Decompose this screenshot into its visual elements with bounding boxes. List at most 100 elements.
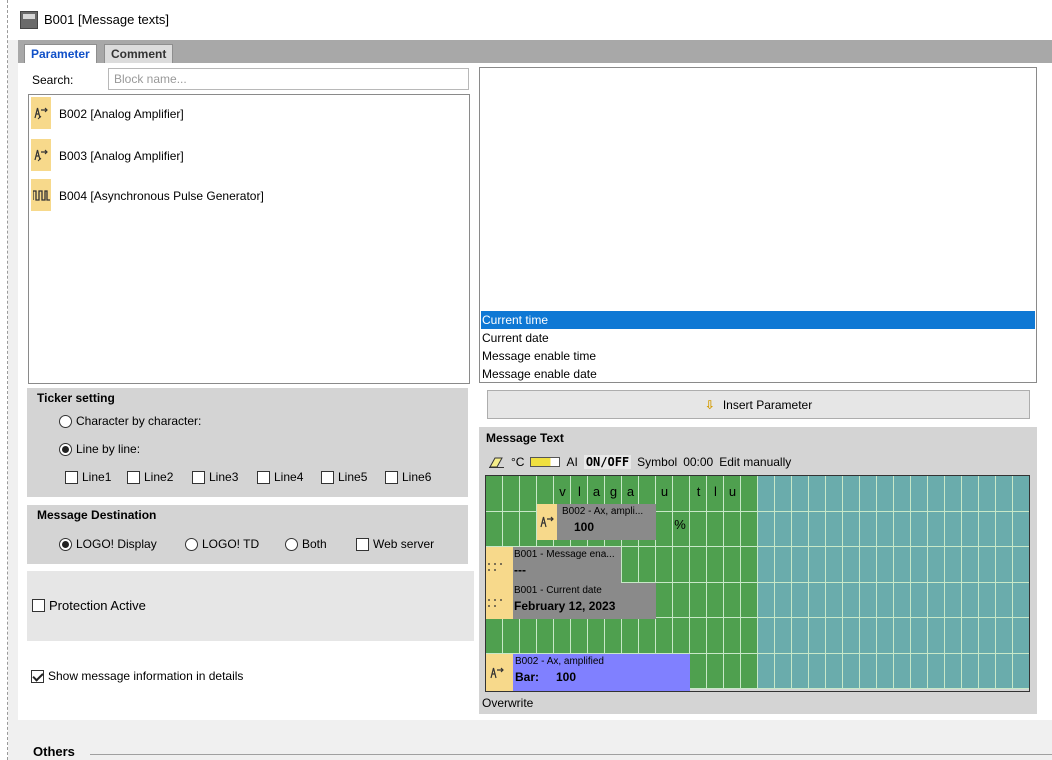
param-current-time[interactable]: Current time [481, 311, 1035, 329]
analog-value-block[interactable]: B002 - Ax, ampli... 100 [537, 504, 656, 540]
grid-cell [860, 582, 877, 618]
grid-cell [673, 476, 690, 512]
time-button[interactable]: 00:00 [683, 455, 713, 469]
grid-cell [809, 653, 826, 689]
symbol-button[interactable]: Symbol [637, 455, 677, 469]
checkbox-line6[interactable]: Line6 [385, 470, 431, 484]
message-text-grid[interactable]: vlagautlu B002 - Ax, ampli... 100 % B001… [485, 475, 1030, 692]
window-title: B001 [Message texts] [44, 12, 170, 27]
grid-cell [911, 476, 928, 512]
grid-cell [945, 582, 962, 618]
param-message-enable-date[interactable]: Message enable date [481, 365, 1035, 383]
onoff-button[interactable]: ON/OFF [583, 455, 632, 469]
grid-cell [792, 582, 809, 618]
grid-char: g [609, 484, 618, 499]
checkbox-icon [65, 470, 78, 484]
checkbox-line1[interactable]: Line1 [65, 470, 111, 484]
grid-cell [1013, 653, 1029, 689]
radio-label: Character by character: [76, 414, 202, 428]
grid-cell [877, 547, 894, 583]
grid-cell [826, 476, 843, 512]
grid-cell [843, 547, 860, 583]
bar-block[interactable]: B002 - Ax, amplified Bar: 100 [486, 654, 690, 691]
radio-logo-display[interactable]: LOGO! Display [59, 537, 157, 551]
radio-label: Line by line: [76, 442, 141, 456]
message-destination-panel: Message Destination LOGO! Display LOGO! … [27, 505, 468, 564]
grid-cell [656, 511, 673, 547]
checkbox-show-message-info[interactable]: Show message information in details [31, 669, 243, 683]
param-message-enable-time[interactable]: Message enable time [481, 347, 1035, 365]
param-current-date[interactable]: Current date [481, 329, 1035, 347]
insert-parameter-button[interactable]: ⇩ Insert Parameter [487, 390, 1030, 419]
grid-cell [503, 618, 520, 654]
list-item-b004[interactable]: B004 [Asynchronous Pulse Generator] [31, 179, 467, 211]
grid-cell [996, 653, 1013, 689]
radio-logo-td[interactable]: LOGO! TD [185, 537, 259, 551]
ai-button[interactable]: AI [566, 455, 577, 469]
radio-selected-icon [59, 442, 72, 456]
bar-graph-icon[interactable] [530, 457, 561, 467]
grid-cell [826, 618, 843, 654]
checkbox-line2[interactable]: Line2 [127, 470, 173, 484]
eraser-icon[interactable] [489, 456, 505, 468]
grid-cell [1013, 582, 1029, 618]
message-text-title: Message Text [486, 431, 564, 445]
tab-comment[interactable]: Comment [104, 44, 174, 64]
parameter-list[interactable]: Current time Current date Message enable… [479, 67, 1037, 383]
checkbox-web-server[interactable]: Web server [356, 537, 434, 551]
grid-char: u [728, 484, 737, 499]
grid-cell [809, 582, 826, 618]
radio-both[interactable]: Both [285, 537, 327, 551]
grid-cell [928, 618, 945, 654]
grid-cell [911, 582, 928, 618]
left-edge-strip [0, 0, 8, 760]
grid-cell [945, 476, 962, 512]
grid-cell [622, 618, 639, 654]
radio-line-by-line[interactable]: Line by line: [59, 442, 140, 456]
radio-label: LOGO! TD [202, 537, 260, 551]
grid-cell [690, 618, 707, 654]
grid-char: u [660, 484, 669, 499]
message-destination-title: Message Destination [37, 508, 157, 522]
grid-cell [741, 511, 758, 547]
grid-cell [996, 547, 1013, 583]
grid-cell [962, 653, 979, 689]
grid-cell [775, 618, 792, 654]
search-input[interactable] [108, 68, 469, 90]
current-date-block[interactable]: B001 - Current date February 12, 2023 [486, 583, 656, 619]
grid-cell [520, 618, 537, 654]
radio-character-by-character[interactable]: Character by character: [59, 414, 201, 428]
grid-cell [588, 618, 605, 654]
list-item-b002[interactable]: B002 [Analog Amplifier] [31, 97, 467, 129]
checkbox-line5[interactable]: Line5 [321, 470, 367, 484]
grid-cell [996, 511, 1013, 547]
checkbox-label: Line3 [209, 470, 239, 484]
checkbox-label: Line2 [144, 470, 174, 484]
grid-cell [809, 476, 826, 512]
checkbox-line3[interactable]: Line3 [192, 470, 238, 484]
tab-parameter[interactable]: Parameter [24, 44, 97, 64]
block-label: B003 [Analog Amplifier] [59, 149, 184, 163]
grid-cell [809, 618, 826, 654]
block-list[interactable]: B002 [Analog Amplifier] B003 [Analog Amp… [28, 94, 470, 384]
checkbox-line4[interactable]: Line4 [257, 470, 303, 484]
edit-manually-button[interactable]: Edit manually [719, 455, 791, 469]
grid-cell [843, 618, 860, 654]
grid-cell [639, 618, 656, 654]
grid-cell [724, 547, 741, 583]
grid-cell [860, 618, 877, 654]
grid-cell [639, 547, 656, 583]
grid-cell [724, 582, 741, 618]
list-item-b003[interactable]: B003 [Analog Amplifier] [31, 139, 467, 171]
grid-cell [741, 582, 758, 618]
celsius-button[interactable]: °C [511, 455, 524, 469]
grid-cell [758, 653, 775, 689]
divider [90, 754, 1052, 755]
grid-cell [928, 476, 945, 512]
grid-cell [775, 582, 792, 618]
checkbox-protection-active[interactable]: Protection Active [32, 598, 146, 613]
grid-cell [945, 618, 962, 654]
checkbox-label: Line5 [338, 470, 368, 484]
checkbox-label: Line6 [402, 470, 432, 484]
message-enable-block[interactable]: B001 - Message ena... --- [486, 547, 621, 583]
